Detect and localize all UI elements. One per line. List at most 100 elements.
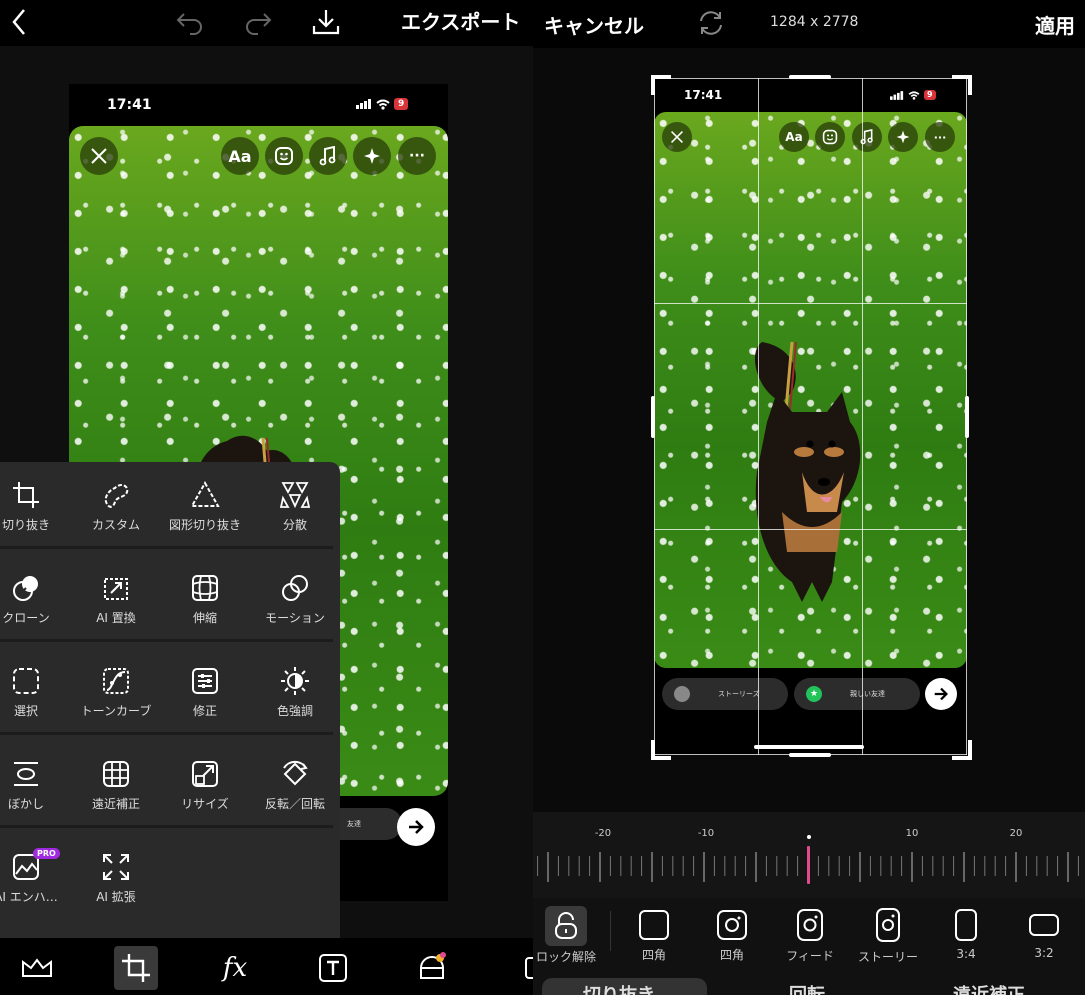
tab-perspective[interactable]: 遠近補正 xyxy=(953,981,1025,995)
tool-label: カスタム xyxy=(91,518,140,532)
tool-blur[interactable]: ぼかし xyxy=(0,759,71,829)
pro-badge: PRO xyxy=(33,848,60,859)
ratio-instagram-square[interactable]: 四角 xyxy=(702,906,762,963)
redo-icon[interactable] xyxy=(242,6,274,38)
ratio-3-4[interactable]: 3:4 xyxy=(936,906,996,961)
crop-handle-top[interactable] xyxy=(789,75,831,79)
close-friends-pill[interactable]: ★ 親しい友達 xyxy=(794,678,920,710)
download-icon[interactable] xyxy=(310,6,342,38)
tool-label: クローン xyxy=(2,611,50,625)
crop-handle-right[interactable] xyxy=(965,396,969,438)
story-music-button[interactable] xyxy=(309,137,347,175)
tool-custom[interactable]: カスタム xyxy=(71,480,161,550)
cancel-button[interactable]: キャンセル xyxy=(544,10,644,39)
tool-ai-replace[interactable]: AI 置換 xyxy=(71,573,161,643)
reset-button[interactable] xyxy=(696,8,726,38)
crop-handle-bottom-right[interactable] xyxy=(952,740,972,760)
story-sticker-button[interactable] xyxy=(265,137,303,175)
back-icon[interactable] xyxy=(4,6,36,38)
tab-rotate[interactable]: 回転 xyxy=(789,981,825,995)
tool-label: モーション xyxy=(265,611,325,625)
divider xyxy=(610,911,611,951)
status-icons: 9 xyxy=(356,98,409,110)
story-more-button[interactable]: ··· xyxy=(925,122,955,152)
crop-handle-top-left[interactable] xyxy=(651,75,671,95)
tool-shape-crop[interactable]: 図形切り抜き xyxy=(160,480,250,550)
tool-label: 遠近補正 xyxy=(91,797,140,811)
crop-tool-button[interactable] xyxy=(114,946,158,990)
story-text-button[interactable]: Aa xyxy=(779,122,809,152)
close-friends-label: 友達 xyxy=(347,820,361,828)
layers-button[interactable] xyxy=(15,946,59,990)
ratio-instagram-story[interactable]: ストーリー xyxy=(858,906,918,965)
close-icon xyxy=(671,131,683,143)
editor-top-bar: エクスポート xyxy=(0,0,533,46)
tool-motion[interactable]: モーション xyxy=(250,573,340,643)
crop-canvas[interactable]: 17:41 9 Aa ··· ストーリーズ ★ 親しい友達 xyxy=(654,78,967,755)
tool-ai-expand[interactable]: AI 拡張 xyxy=(71,852,161,922)
tool-stretch[interactable]: 伸縮 xyxy=(160,573,250,643)
crop-handle-top-right[interactable] xyxy=(952,75,972,95)
tool-disperse[interactable]: 分散 xyxy=(250,480,340,550)
story-effects-button[interactable] xyxy=(888,122,918,152)
ratio-3-4-icon xyxy=(955,909,977,941)
stories-pill[interactable]: ストーリーズ xyxy=(662,678,788,710)
square-icon xyxy=(639,910,669,940)
ruler-label: 10 xyxy=(905,828,919,839)
stories-label: ストーリーズ xyxy=(718,690,760,698)
text-tool-button[interactable] xyxy=(311,946,355,990)
stretch-icon xyxy=(192,575,218,601)
story-send-button[interactable] xyxy=(397,808,435,846)
story-music-button[interactable] xyxy=(852,122,882,152)
signal-icon xyxy=(356,99,371,109)
more-tool-button[interactable] xyxy=(508,946,533,990)
sticker-tool-button[interactable] xyxy=(410,946,454,990)
story-more-button[interactable]: ··· xyxy=(398,137,436,175)
export-button[interactable]: エクスポート xyxy=(401,6,520,35)
ratio-3-2[interactable]: 3:2 xyxy=(1014,906,1074,960)
story-photo xyxy=(654,112,967,668)
tool-ai-enhance[interactable]: PRO AI エンハ… xyxy=(0,848,71,922)
ruler-zero-dot xyxy=(807,835,811,839)
instagram-square-icon xyxy=(717,910,747,940)
undo-icon[interactable] xyxy=(174,6,206,38)
ruler-label: -20 xyxy=(594,828,612,839)
ruler-indicator[interactable] xyxy=(807,846,810,884)
tool-crop[interactable]: 切り抜き xyxy=(0,480,71,550)
tool-adjust[interactable]: 修正 xyxy=(160,666,250,736)
tab-crop[interactable]: 切り抜き xyxy=(583,981,655,995)
tool-perspective[interactable]: 遠近補正 xyxy=(71,759,161,829)
resize-icon xyxy=(192,761,218,787)
apply-button[interactable]: 適用 xyxy=(1035,10,1075,39)
story-close-button[interactable] xyxy=(662,122,692,152)
story-sticker-button[interactable] xyxy=(815,122,845,152)
tool-label: 色強調 xyxy=(276,704,313,718)
tool-select[interactable]: 選択 xyxy=(0,666,71,736)
tool-resize[interactable]: リサイズ xyxy=(160,759,250,829)
tool-label: リサイズ xyxy=(181,797,229,811)
tool-clone[interactable]: クローン xyxy=(0,573,71,643)
tool-color-enhance[interactable]: 色強調 xyxy=(250,666,340,736)
tool-tone-curve[interactable]: トーンカーブ xyxy=(71,666,161,736)
tool-label: AI 置換 xyxy=(96,611,136,625)
story-send-button[interactable] xyxy=(925,678,957,710)
fx-button[interactable]: fx xyxy=(213,946,257,990)
ratio-instagram-feed[interactable]: フィード xyxy=(780,906,840,964)
crop-handle-bottom-left[interactable] xyxy=(651,740,671,760)
tool-label: 図形切り抜き xyxy=(168,518,241,532)
rotation-ruler[interactable]: -20 -10 10 20 xyxy=(533,812,1085,898)
ratio-unlock[interactable]: ロック解除 xyxy=(536,906,596,965)
crop-handle-bottom[interactable] xyxy=(789,753,831,757)
close-friends-pill[interactable]: 友達 xyxy=(339,808,402,840)
story-text-button[interactable]: Aa xyxy=(221,137,259,175)
instagram-feed-icon xyxy=(797,909,823,941)
tool-flip-rotate[interactable]: 反転／回転 xyxy=(250,759,340,829)
tool-label: 分散 xyxy=(282,518,307,532)
crop-handle-left[interactable] xyxy=(651,396,655,438)
crop-icon xyxy=(13,482,39,508)
tool-label: AI エンハ… xyxy=(0,890,58,904)
unlock-icon xyxy=(545,906,587,946)
story-effects-button[interactable] xyxy=(353,137,391,175)
ratio-square[interactable]: 四角 xyxy=(624,906,684,963)
story-close-button[interactable] xyxy=(80,137,118,175)
